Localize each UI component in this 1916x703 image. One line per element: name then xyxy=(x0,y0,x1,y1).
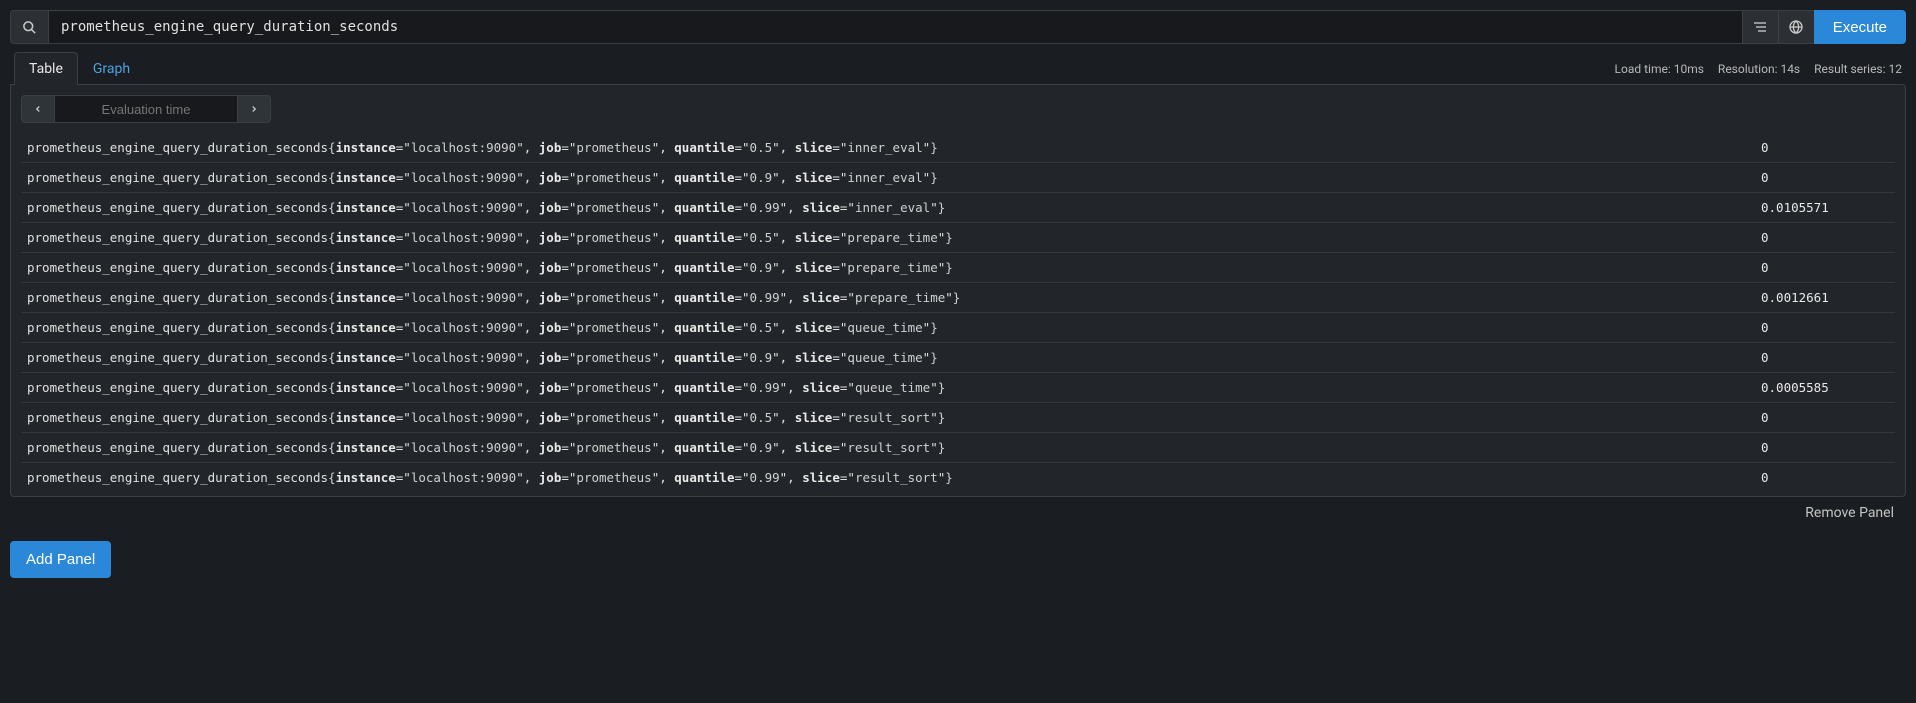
tab-graph[interactable]: Graph xyxy=(78,52,145,85)
value-cell: 0 xyxy=(1755,223,1895,253)
add-panel-button[interactable]: Add Panel xyxy=(10,541,111,578)
series-cell: prometheus_engine_query_duration_seconds… xyxy=(21,253,1755,283)
series-cell: prometheus_engine_query_duration_seconds… xyxy=(21,433,1755,463)
search-icon xyxy=(22,20,37,35)
value-cell: 0 xyxy=(1755,313,1895,343)
series-cell: prometheus_engine_query_duration_seconds… xyxy=(21,343,1755,373)
table-row[interactable]: prometheus_engine_query_duration_seconds… xyxy=(21,163,1895,193)
chevron-right-icon xyxy=(249,103,259,115)
table-row[interactable]: prometheus_engine_query_duration_seconds… xyxy=(21,343,1895,373)
value-cell: 0.0012661 xyxy=(1755,283,1895,313)
evaluation-time-input[interactable] xyxy=(55,95,237,123)
resolution: Resolution: 14s xyxy=(1718,62,1800,76)
panel-body: prometheus_engine_query_duration_seconds… xyxy=(10,84,1906,497)
time-step-forward-button[interactable] xyxy=(237,95,271,123)
query-status: Load time: 10ms Resolution: 14s Result s… xyxy=(1615,62,1902,76)
metrics-explorer-button[interactable] xyxy=(10,10,48,44)
series-cell: prometheus_engine_query_duration_seconds… xyxy=(21,373,1755,403)
table-row[interactable]: prometheus_engine_query_duration_seconds… xyxy=(21,253,1895,283)
series-cell: prometheus_engine_query_duration_seconds… xyxy=(21,313,1755,343)
format-expression-button[interactable] xyxy=(1743,10,1779,44)
share-button[interactable] xyxy=(1779,10,1815,44)
series-cell: prometheus_engine_query_duration_seconds… xyxy=(21,403,1755,433)
tab-table[interactable]: Table xyxy=(14,52,78,85)
format-icon xyxy=(1752,19,1768,35)
value-cell: 0 xyxy=(1755,403,1895,433)
tabs-row: Table Graph Load time: 10ms Resolution: … xyxy=(10,52,1906,85)
value-cell: 0 xyxy=(1755,433,1895,463)
view-tabs: Table Graph xyxy=(14,52,145,85)
series-count: Result series: 12 xyxy=(1814,62,1902,76)
series-cell: prometheus_engine_query_duration_seconds… xyxy=(21,193,1755,223)
table-row[interactable]: prometheus_engine_query_duration_seconds… xyxy=(21,313,1895,343)
value-cell: 0.0105571 xyxy=(1755,193,1895,223)
table-row[interactable]: prometheus_engine_query_duration_seconds… xyxy=(21,283,1895,313)
expression-input[interactable] xyxy=(48,10,1743,44)
result-table: prometheus_engine_query_duration_seconds… xyxy=(21,133,1895,492)
series-cell: prometheus_engine_query_duration_seconds… xyxy=(21,133,1755,163)
series-cell: prometheus_engine_query_duration_seconds… xyxy=(21,283,1755,313)
value-cell: 0 xyxy=(1755,343,1895,373)
remove-panel-link[interactable]: Remove Panel xyxy=(10,497,1906,523)
chevron-left-icon xyxy=(33,103,43,115)
table-row[interactable]: prometheus_engine_query_duration_seconds… xyxy=(21,193,1895,223)
series-cell: prometheus_engine_query_duration_seconds… xyxy=(21,163,1755,193)
value-cell: 0 xyxy=(1755,133,1895,163)
load-time: Load time: 10ms xyxy=(1615,62,1704,76)
table-row[interactable]: prometheus_engine_query_duration_seconds… xyxy=(21,403,1895,433)
evaluation-time-picker xyxy=(21,95,271,123)
table-row[interactable]: prometheus_engine_query_duration_seconds… xyxy=(21,133,1895,163)
series-cell: prometheus_engine_query_duration_seconds… xyxy=(21,223,1755,253)
value-cell: 0 xyxy=(1755,163,1895,193)
series-cell: prometheus_engine_query_duration_seconds… xyxy=(21,463,1755,493)
globe-icon xyxy=(1788,19,1804,35)
execute-button[interactable]: Execute xyxy=(1814,10,1906,44)
table-row[interactable]: prometheus_engine_query_duration_seconds… xyxy=(21,433,1895,463)
query-bar: Execute xyxy=(10,10,1906,44)
table-row[interactable]: prometheus_engine_query_duration_seconds… xyxy=(21,463,1895,493)
value-cell: 0 xyxy=(1755,253,1895,283)
table-row[interactable]: prometheus_engine_query_duration_seconds… xyxy=(21,223,1895,253)
value-cell: 0 xyxy=(1755,463,1895,493)
time-step-back-button[interactable] xyxy=(21,95,55,123)
value-cell: 0.0005585 xyxy=(1755,373,1895,403)
table-row[interactable]: prometheus_engine_query_duration_seconds… xyxy=(21,373,1895,403)
